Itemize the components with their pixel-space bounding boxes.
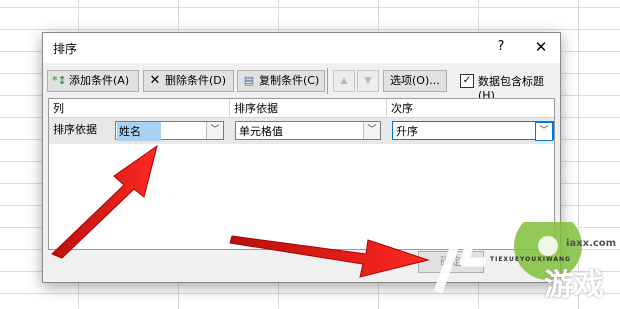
arrow-right-icon bbox=[229, 235, 430, 278]
site-watermark: iaxx.com TIEXUEYOUXIWANG 游戏 bbox=[430, 222, 616, 304]
watermark-big: 游戏 bbox=[544, 268, 604, 303]
watermark-site: iaxx.com bbox=[566, 238, 617, 249]
arrow-left-icon bbox=[51, 144, 158, 259]
